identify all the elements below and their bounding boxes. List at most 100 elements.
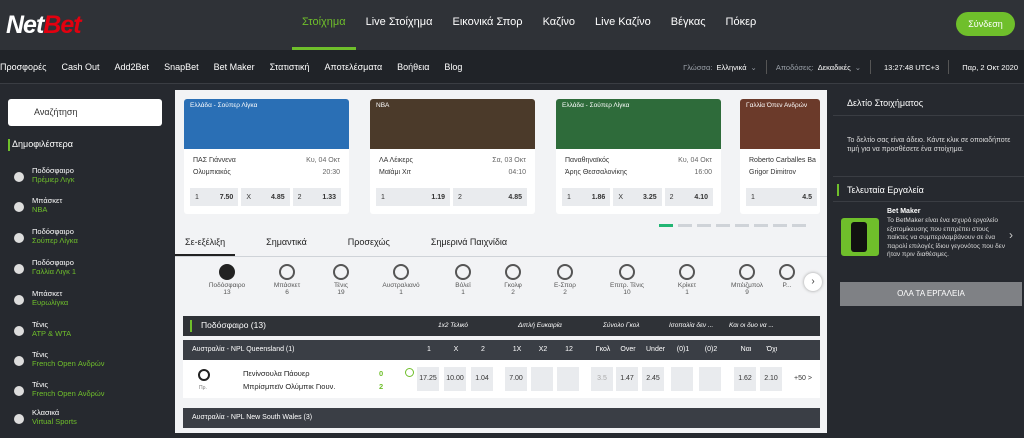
nav-item-vegas[interactable]: Βέγκας (661, 0, 716, 50)
match-row[interactable]: Πρ. Πενίνσουλα Πάουερ Μπρίσμπεϊν Ολύμπικ… (183, 360, 820, 398)
subnav-add2bet[interactable]: Add2Bet (115, 50, 150, 84)
subnav-betmaker[interactable]: Bet Maker (214, 50, 255, 84)
odd-button[interactable] (699, 367, 721, 391)
odd-button[interactable]: 2 1.33 (292, 188, 341, 206)
tab-upcoming[interactable]: Προσεχώς (338, 237, 400, 256)
group-title: Ποδόσφαιρο (13) (201, 320, 266, 330)
sport-aussie-rules[interactable]: Αυστραλιανό 1 (371, 264, 431, 296)
main-content: Ελλάδα - Σούπερ Λίγκα ΠΑΣ Γιάννενα Ολυμπι… (175, 90, 827, 433)
language-select[interactable]: Ελληνικά (716, 63, 746, 72)
chevron-down-icon: ⌄ (750, 62, 757, 72)
football-icon (219, 264, 235, 280)
more-markets-link[interactable]: +50 > (794, 367, 812, 391)
baseball-icon (739, 264, 755, 280)
popular-item[interactable]: Μπάσκετ NBA (12, 196, 162, 226)
odd-button[interactable]: 1.04 (471, 367, 493, 391)
section-accent (837, 184, 839, 196)
odd-button[interactable]: 1.47 (616, 367, 638, 391)
nav-item-casino[interactable]: Καζίνο (533, 0, 585, 50)
odd-button[interactable]: 1.62 (734, 367, 756, 391)
odd-button[interactable] (671, 367, 693, 391)
popular-item[interactable]: Ποδόσφαιρο Σούπερ Λίγκα (12, 227, 162, 257)
odd-button[interactable]: 10.00 (444, 367, 466, 391)
subnav-cashout[interactable]: Cash Out (62, 50, 100, 84)
odd-button[interactable]: 1 7.50 (190, 188, 239, 206)
odd-button[interactable]: 2 4.85 (453, 188, 527, 206)
nav-item-live[interactable]: Live Στοίχημα (356, 0, 443, 50)
odd-button[interactable] (531, 367, 553, 391)
market-header: Και οι δυο να ... (729, 322, 774, 329)
divider (948, 60, 950, 74)
football-icon (14, 233, 24, 243)
carousel-dots[interactable] (659, 224, 811, 227)
home-team: Πενίνσουλα Πάουερ (243, 369, 310, 378)
nav-item-poker[interactable]: Πόκερ (716, 0, 767, 50)
nav-item-live-casino[interactable]: Live Καζίνο (585, 0, 661, 50)
section-accent (8, 139, 10, 151)
subnav-offers[interactable]: Προσφορές (0, 50, 47, 84)
sport-rugby[interactable]: Ρ... (767, 264, 807, 289)
odd-button[interactable]: 1 4.5 (746, 188, 817, 206)
settings-bar: Γλώσσα: Ελληνικά ⌄ Αποδόσεις: Δεκαδικές … (683, 50, 1024, 84)
nav-item-virtual[interactable]: Εικονικά Σπορ (442, 0, 532, 50)
sport-golf[interactable]: Γκολφ 2 (483, 264, 543, 296)
chevron-right-icon[interactable]: › (1009, 228, 1013, 242)
all-tools-button[interactable]: ΟΛΑ ΤΑ ΕΡΓΑΛΕΙΑ (840, 282, 1022, 306)
event-card[interactable]: Ελλάδα - Σούπερ Λίγκα ΠΑΣ Γιάννενα Ολυμπι… (184, 99, 349, 214)
chevron-right-icon[interactable]: › (804, 273, 822, 291)
league-header[interactable]: Αυστραλία - NPL New South Wales (3) (183, 408, 820, 428)
subnav-snapbet[interactable]: SnapBet (164, 50, 199, 84)
popular-title: Δημοφιλέστερα (12, 139, 74, 149)
odd-button[interactable]: 2.45 (642, 367, 664, 391)
sport-esports[interactable]: Ε-Σπορ 2 (535, 264, 595, 296)
odd-button[interactable]: X 4.85 (241, 188, 290, 206)
sport-tennis[interactable]: Τένις 19 (311, 264, 371, 296)
odd-button[interactable]: 17.25 (417, 367, 439, 391)
tab-important[interactable]: Σημαντικά (256, 237, 317, 256)
subnav-stats[interactable]: Στατιστική (270, 50, 310, 84)
market-header: 1x2 Τελικό (438, 322, 468, 329)
odd-button[interactable]: 2 4.10 (664, 188, 713, 206)
golf-icon (505, 264, 521, 280)
popular-item[interactable]: Μπάσκετ Ευρωλίγκα (12, 289, 162, 319)
odd-button[interactable]: X 3.25 (613, 188, 662, 206)
subnav-help[interactable]: Βοήθεια (397, 50, 429, 84)
odd-button[interactable]: 2.10 (760, 367, 782, 391)
odds-format-select[interactable]: Δεκαδικές (818, 63, 851, 72)
tab-today[interactable]: Σημερινά Παιχνίδια (421, 237, 517, 256)
tab-live[interactable]: Σε-εξέλιξη (175, 237, 236, 256)
odd-button[interactable]: 3.5 (591, 367, 613, 391)
popular-item[interactable]: Τένις ATP & WTA (12, 320, 162, 350)
event-card[interactable]: Γαλλία Όπεν Ανδρών Roberto Carballes Ba G… (740, 99, 820, 214)
popular-item[interactable]: Τένις French Open Ανδρών (12, 380, 162, 410)
event-card[interactable]: Ελλάδα - Σούπερ Λίγκα Παναθηναϊκός Άρης Θ… (556, 99, 721, 214)
football-icon (14, 264, 24, 274)
divider (765, 60, 767, 74)
odd-button[interactable]: 1 1.86 (562, 188, 611, 206)
subnav-results[interactable]: Αποτελέσματα (325, 50, 383, 84)
odd-button[interactable] (557, 367, 579, 391)
right-sidebar: Δελτίο Στοιχήματος Το δελτίο σας είναι ά… (833, 90, 1024, 433)
sport-basketball[interactable]: Μπάσκετ 6 (257, 264, 317, 296)
event-card[interactable]: NBA ΛΑ Λέικερς Μαϊάμι Χιτ Σα, 03 Οκτ 04:10… (370, 99, 535, 214)
login-button[interactable]: Σύνδεση (956, 12, 1015, 36)
popular-item[interactable]: Κλασικά Virtual Sports (12, 408, 162, 438)
betslip-header: Δελτίο Στοιχήματος (833, 90, 1024, 116)
sport-cricket[interactable]: Κρίκετ 1 (657, 264, 717, 296)
netbet-logo[interactable]: NetBet (6, 11, 82, 40)
sport-table-tennis[interactable]: Επιτρ. Τένις 10 (597, 264, 657, 296)
event-image (370, 99, 535, 149)
popular-item[interactable]: Ποδόσφαιρο Πρέμιερ Λιγκ (12, 166, 162, 196)
clock[interactable]: 13:27:48 UTC+3 (884, 63, 939, 72)
nav-item-sports[interactable]: Στοίχημα (292, 0, 356, 50)
popular-item[interactable]: Ποδόσφαιρο Γαλλία Λιγκ 1 (12, 258, 162, 288)
volleyball-icon (455, 264, 471, 280)
main-nav: Στοίχημα Live Στοίχημα Εικονικά Σπορ Καζ… (292, 0, 766, 50)
odd-button[interactable]: 1 1.19 (376, 188, 450, 206)
subnav-blog[interactable]: Blog (444, 50, 462, 84)
search-input[interactable]: Αναζήτηση (8, 99, 162, 126)
sport-football[interactable]: Ποδόσφαιρο 13 (197, 264, 257, 296)
odd-button[interactable]: 7.00 (505, 367, 527, 391)
popular-item[interactable]: Τένις French Open Ανδρών (12, 350, 162, 380)
league-header[interactable]: Αυστραλία - NPL Queensland (1) 1 X 2 1X … (183, 340, 820, 360)
